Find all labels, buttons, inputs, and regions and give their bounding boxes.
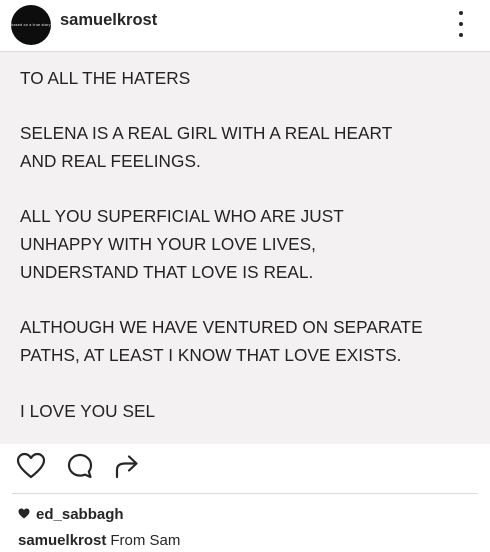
post-image: TO ALL THE HATERS SELENA IS A REAL GIRL … <box>0 52 490 444</box>
small-heart-icon <box>18 506 30 523</box>
divider <box>12 493 478 494</box>
caption-username[interactable]: samuelkrost <box>18 532 106 549</box>
avatar-logo-text: based on a true story <box>11 23 51 27</box>
likes-row: ed_sabbagh <box>18 506 124 523</box>
post-text-line: ALTHOUGH WE HAVE VENTURED ON SEPARATE <box>20 317 423 337</box>
comment-icon[interactable] <box>66 452 94 485</box>
post-text-line: TO ALL THE HATERS <box>20 68 191 88</box>
avatar[interactable]: based on a true story <box>11 5 51 45</box>
caption: samuelkrost From Sam <box>18 532 180 549</box>
share-icon[interactable] <box>113 452 143 485</box>
username-link[interactable]: samuelkrost <box>60 11 157 30</box>
more-options-icon[interactable] <box>455 11 467 37</box>
post-text-line: I LOVE YOU SEL <box>20 401 156 421</box>
caption-text: From Sam <box>110 532 181 549</box>
post-text-line: SELENA IS A REAL GIRL WITH A REAL HEART <box>20 123 393 143</box>
post-text-line: ALL YOU SUPERFICIAL WHO ARE JUST <box>20 206 344 226</box>
post-text-line: AND REAL FEELINGS. <box>20 151 201 171</box>
liked-by-username[interactable]: ed_sabbagh <box>36 506 124 523</box>
action-bar <box>0 444 490 488</box>
post-text-line: PATHS, AT LEAST I KNOW THAT LOVE EXISTS. <box>20 345 402 365</box>
post-header: based on a true story samuelkrost <box>0 0 490 52</box>
post-text-line: UNDERSTAND THAT LOVE IS REAL. <box>20 262 314 282</box>
heart-icon[interactable] <box>16 452 46 485</box>
post-text-line: UNHAPPY WITH YOUR LOVE LIVES, <box>20 234 316 254</box>
